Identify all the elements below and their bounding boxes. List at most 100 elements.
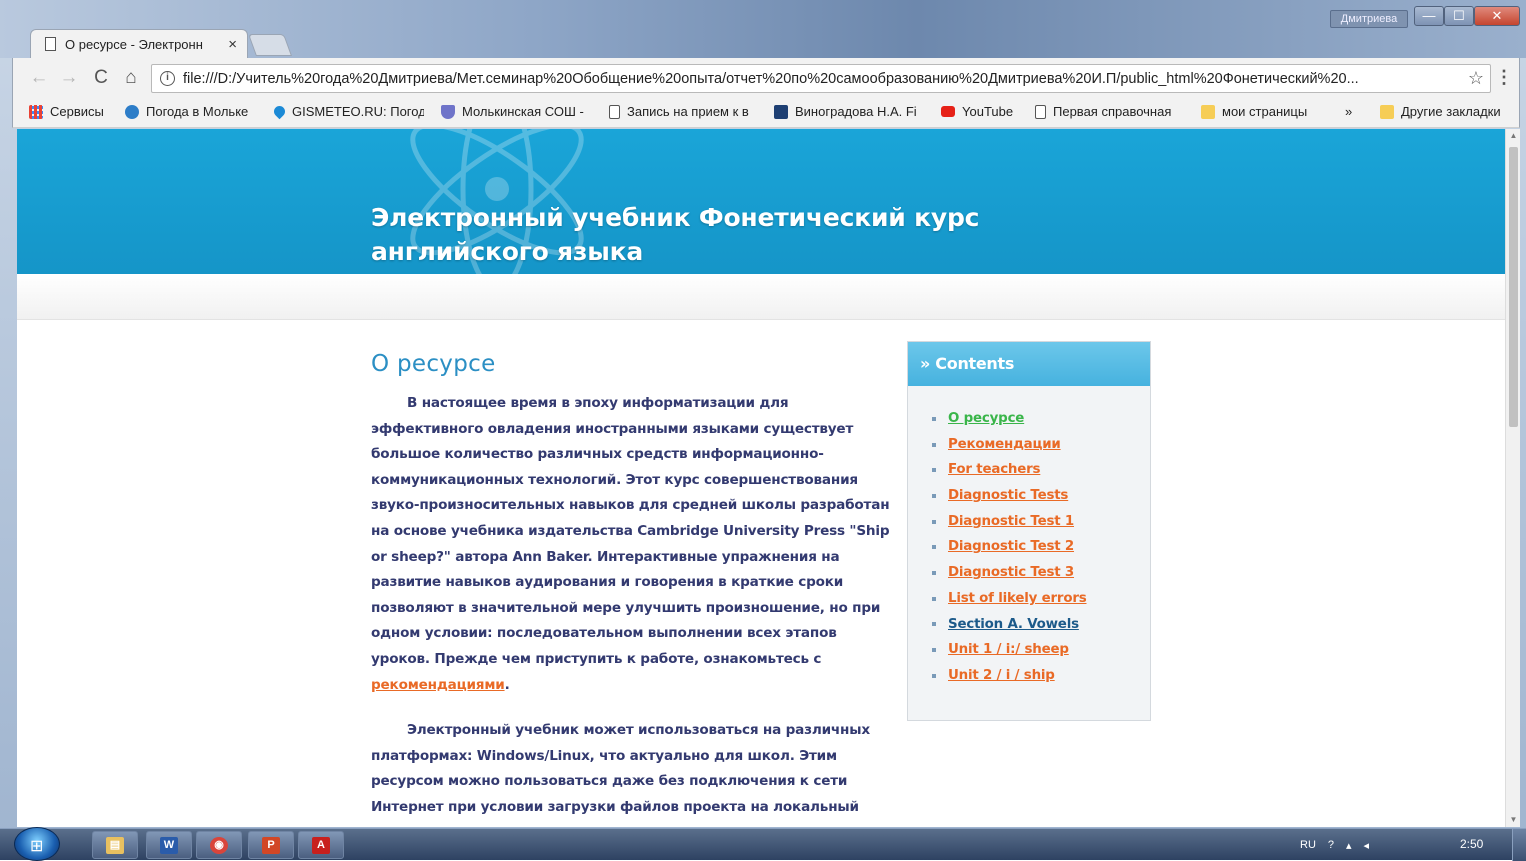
browser-window: О ресурсе - Электронн × Дмитриева — ☐ ✕ … [0, 0, 1526, 861]
help-icon[interactable]: ? [1328, 839, 1334, 851]
maximize-button[interactable]: ☐ [1444, 6, 1474, 26]
acrobat-icon: A [312, 837, 330, 854]
show-desktop-button[interactable] [1512, 829, 1526, 861]
info-icon[interactable]: i [160, 71, 175, 86]
link-likely-errors[interactable]: List of likely errors [948, 586, 1087, 612]
contents-item-test-1: Diagnostic Test 1 [932, 509, 1150, 535]
platform-paragraph: Электронный учебник может использоваться… [371, 722, 870, 827]
page-scrollbar[interactable]: ▲ ▼ [1505, 129, 1520, 827]
document-icon [45, 37, 56, 51]
contents-list: О ресурсе Рекомендации For teachers Diag… [908, 406, 1150, 689]
weather-icon [125, 104, 139, 119]
home-icon[interactable]: ⌂ [119, 66, 143, 90]
bookmark-weather[interactable]: Погода в Мольке [125, 104, 248, 119]
system-tray: RU ? ▴ ◂ [1300, 829, 1381, 861]
tab-active[interactable]: О ресурсе - Электронн × [30, 29, 248, 58]
scroll-down-icon[interactable]: ▼ [1506, 813, 1521, 827]
language-indicator[interactable]: RU [1300, 839, 1316, 851]
link-diagnostic-test-1[interactable]: Diagnostic Test 1 [948, 509, 1074, 535]
link-diagnostic-test-2[interactable]: Diagnostic Test 2 [948, 534, 1074, 560]
browser-menu-icon[interactable]: ⋮ [1495, 66, 1513, 90]
site-header: Электронный учебник Фонетический курс ан… [17, 129, 1505, 274]
word-icon: W [160, 837, 178, 854]
bullet-icon [932, 570, 936, 575]
bullet-icon [932, 648, 936, 653]
page-title: О ресурсе [371, 351, 496, 377]
tab-close-icon[interactable]: × [228, 36, 237, 53]
chrome-icon: ◉ [210, 837, 228, 854]
header-subband [17, 274, 1505, 320]
close-window-button[interactable]: ✕ [1474, 6, 1520, 26]
reload-icon[interactable]: C [89, 66, 113, 90]
bookmark-services[interactable]: Сервисы [29, 104, 104, 119]
bookmark-reference[interactable]: Первая справочная [1035, 104, 1185, 119]
intro-paragraph: В настоящее время в эпоху информатизации… [371, 395, 890, 693]
taskbar-acrobat[interactable]: A [298, 831, 344, 859]
page-viewport: Электронный учебник Фонетический курс ан… [17, 129, 1505, 827]
bookmark-my-pages[interactable]: мои страницы [1201, 104, 1307, 119]
page-icon [609, 104, 620, 119]
windows-logo-icon: ⊞ [30, 838, 44, 855]
bookmark-appointment[interactable]: Запись на прием к в [609, 104, 759, 119]
contents-item-about: О ресурсе [932, 406, 1150, 432]
link-section-a-vowels[interactable]: Section A. Vowels [948, 612, 1079, 638]
folder-icon [1380, 104, 1394, 119]
bookmark-gismeteo[interactable]: GISMETEO.RU: Погод [271, 103, 424, 120]
tab-title: О ресурсе - Электронн [65, 36, 203, 52]
clock[interactable]: 2:50 [1460, 837, 1483, 851]
contents-item-teachers: For teachers [932, 457, 1150, 483]
contents-item-test-3: Diagnostic Test 3 [932, 560, 1150, 586]
taskbar-powerpoint[interactable]: P [248, 831, 294, 859]
shield-icon [441, 104, 455, 119]
bullet-icon [932, 622, 936, 627]
link-recommendations[interactable]: Рекомендации [948, 432, 1061, 458]
bookmark-star-icon[interactable]: ☆ [1468, 68, 1484, 89]
recommendations-link[interactable]: рекомендациями [371, 677, 505, 693]
bullet-icon [932, 493, 936, 498]
profile-badge[interactable]: Дмитриева [1330, 10, 1408, 28]
back-arrow-icon[interactable]: ← [27, 66, 51, 90]
taskbar: ⊞ ▤ W ◉ P A RU ? ▴ ◂ 2:50 [0, 827, 1526, 861]
contents-item-unit-2: Unit 2 / i / ship [932, 663, 1150, 689]
new-tab-button[interactable] [247, 34, 293, 56]
link-diagnostic-test-3[interactable]: Diagnostic Test 3 [948, 560, 1074, 586]
network-icon[interactable]: ▴ [1346, 839, 1352, 852]
site-title: Электронный учебник Фонетический курс ан… [371, 203, 980, 266]
scroll-up-icon[interactable]: ▲ [1506, 129, 1521, 143]
forward-arrow-icon[interactable]: → [57, 66, 81, 90]
contents-title: » Contents [908, 342, 1150, 386]
bookmarks-overflow-button[interactable]: » [1345, 104, 1352, 119]
bookmark-vinogradova[interactable]: Виноградова Н.А. Fi [774, 104, 930, 119]
volume-icon[interactable]: ◂ [1364, 839, 1370, 852]
contents-item-errors: List of likely errors [932, 586, 1150, 612]
contents-item-section-a: Section A. Vowels [932, 612, 1150, 638]
start-button[interactable]: ⊞ [14, 827, 60, 861]
page-icon [1035, 104, 1046, 119]
link-about[interactable]: О ресурсе [948, 406, 1024, 432]
bookmark-school[interactable]: Молькинская СОШ - [441, 104, 593, 119]
powerpoint-icon: P [262, 837, 280, 854]
bullet-icon [932, 519, 936, 524]
browser-toolbar: ← → C ⌂ i file:///D:/Учитель%20года%20Дм… [12, 58, 1520, 98]
scroll-thumb[interactable] [1509, 147, 1518, 427]
title-bar: О ресурсе - Электронн × Дмитриева — ☐ ✕ [0, 0, 1526, 58]
url-text[interactable]: file:///D:/Учитель%20года%20Дмитриева/Ме… [183, 71, 1462, 87]
taskbar-explorer[interactable]: ▤ [92, 831, 138, 859]
taskbar-chrome[interactable]: ◉ [196, 831, 242, 859]
link-unit-2[interactable]: Unit 2 / i / ship [948, 663, 1055, 689]
contents-item-unit-1: Unit 1 / i:/ sheep [932, 637, 1150, 663]
link-diagnostic-tests[interactable]: Diagnostic Tests [948, 483, 1068, 509]
bookmark-youtube[interactable]: YouTube [941, 104, 1013, 119]
link-for-teachers[interactable]: For teachers [948, 457, 1041, 483]
minimize-button[interactable]: — [1414, 6, 1444, 26]
taskbar-word[interactable]: W [146, 831, 192, 859]
contents-item-recommendations: Рекомендации [932, 432, 1150, 458]
bookmark-other[interactable]: Другие закладки [1380, 104, 1501, 119]
apps-grid-icon [29, 104, 43, 119]
link-unit-1[interactable]: Unit 1 / i:/ sheep [948, 637, 1069, 663]
t-icon [774, 104, 788, 119]
bookmarks-bar: Сервисы Погода в Мольке GISMETEO.RU: Пог… [12, 98, 1520, 128]
bullet-icon [932, 545, 936, 550]
address-bar[interactable]: i file:///D:/Учитель%20года%20Дмитриева/… [151, 64, 1491, 93]
main-content: О ресурсе В настоящее время в эпоху инфо… [371, 351, 891, 827]
